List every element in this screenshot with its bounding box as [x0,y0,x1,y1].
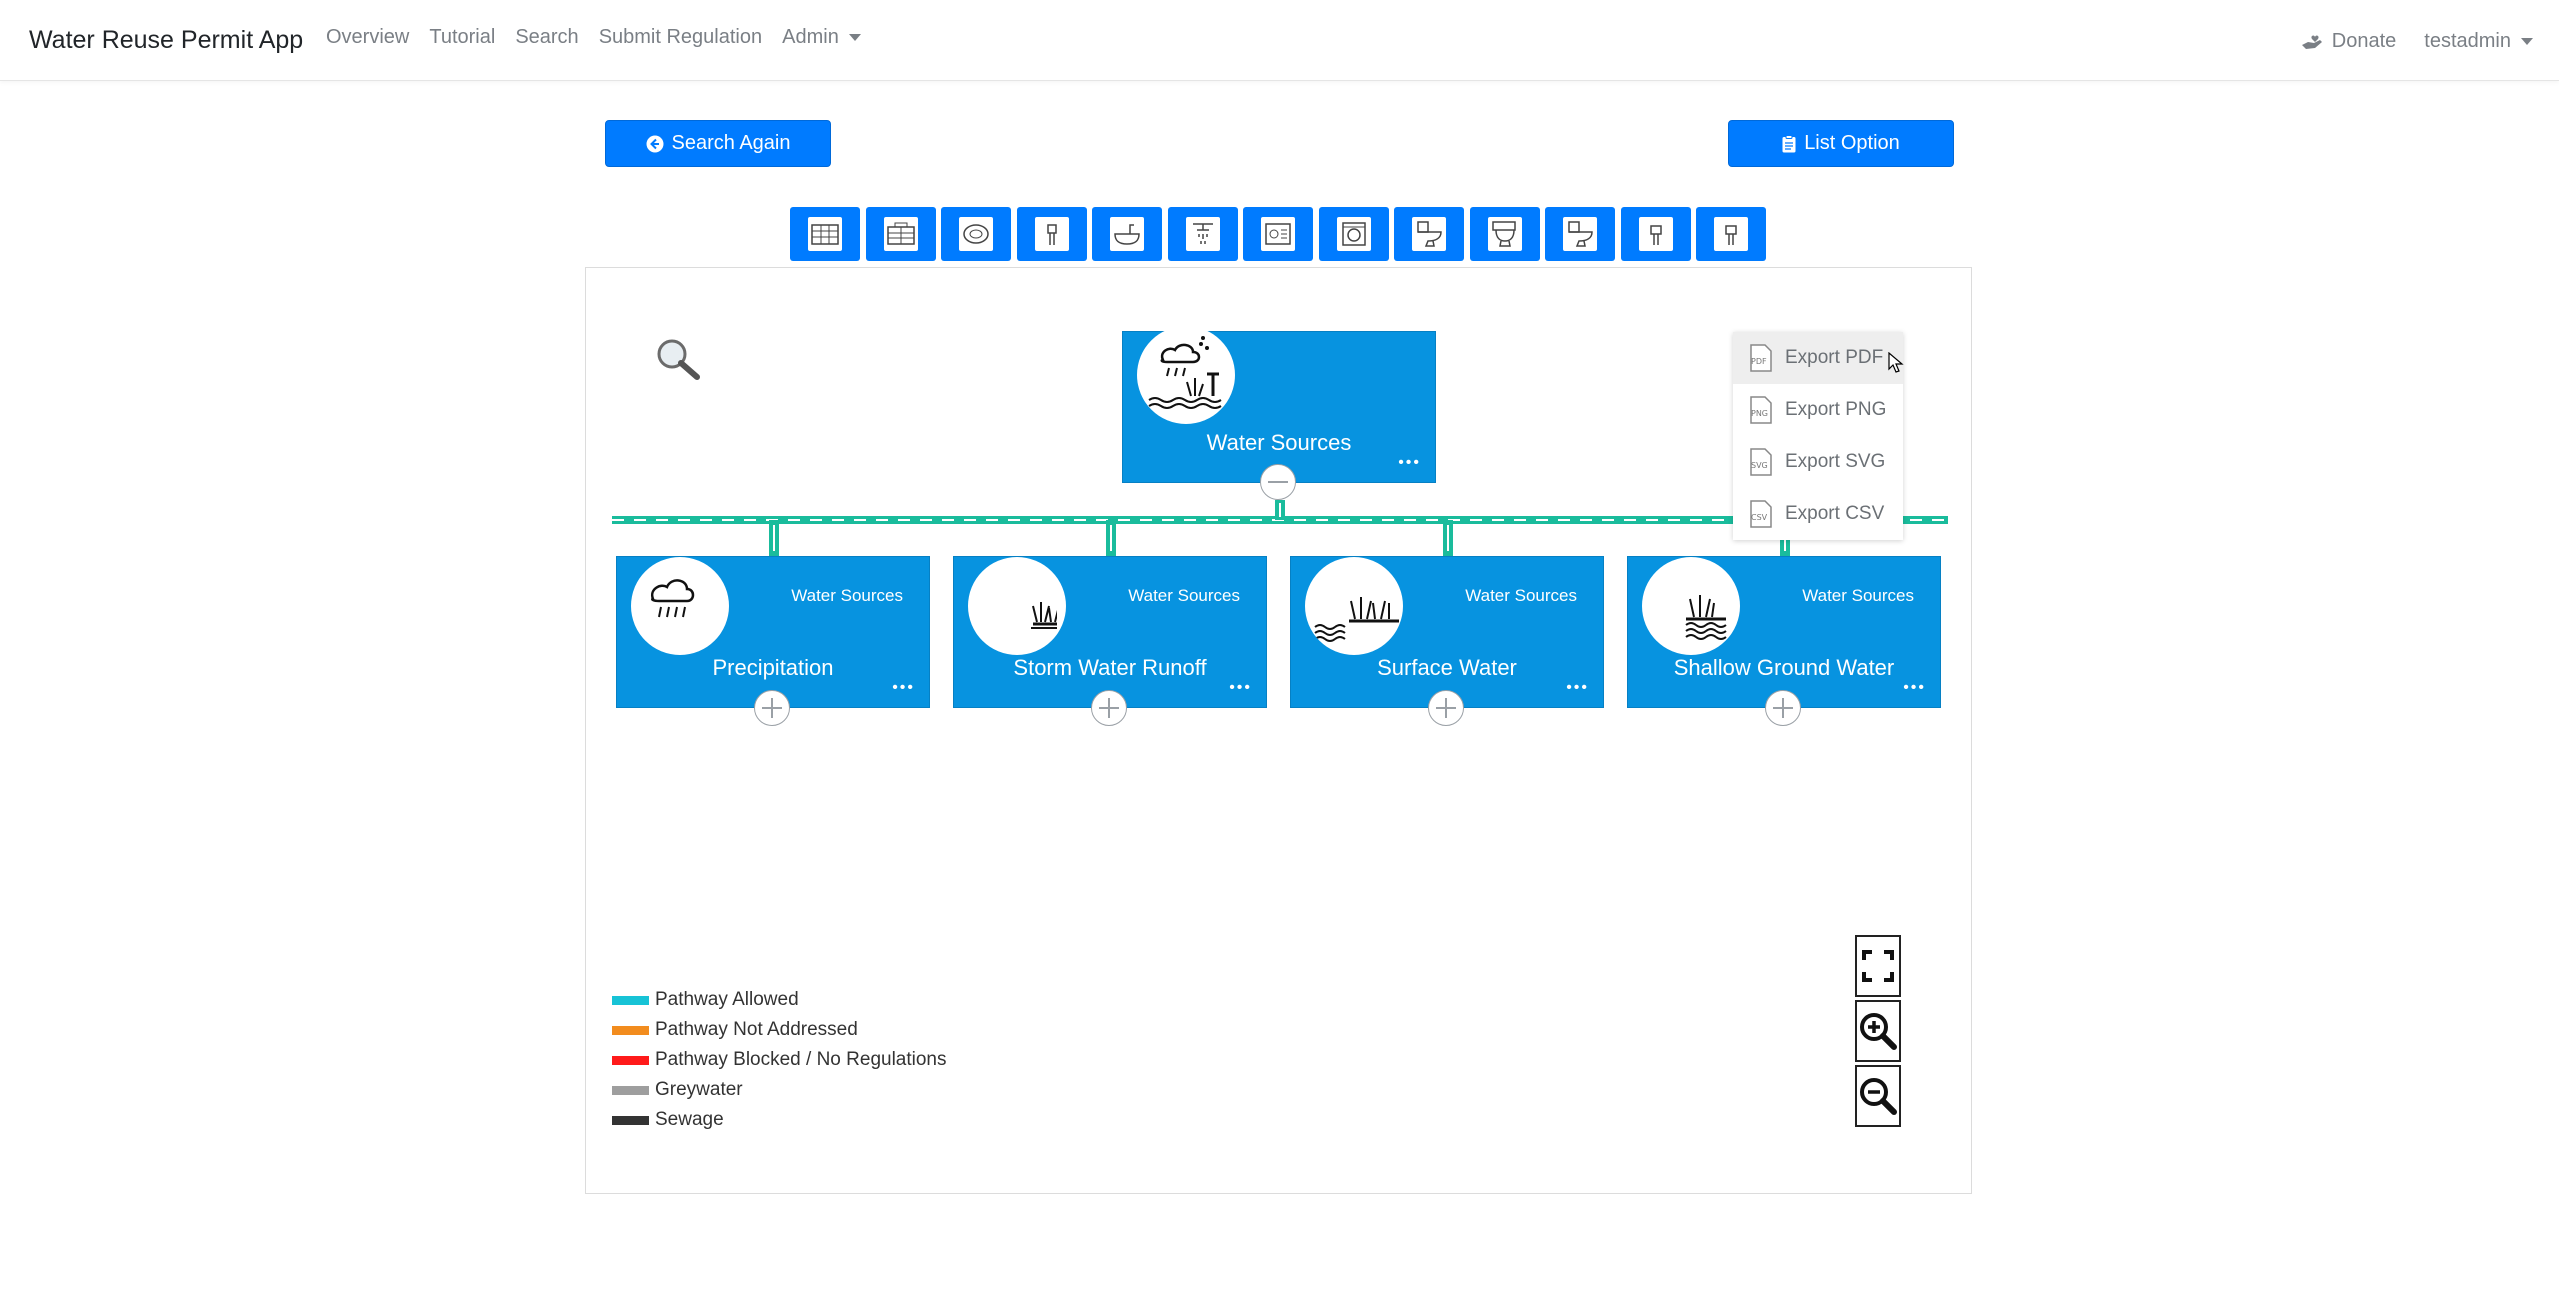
export-png-item[interactable]: PNG Export PNG [1733,384,1903,436]
water-grass-icon [1305,557,1403,655]
chart-legend: Pathway Allowed Pathway Not Addressed Pa… [612,985,947,1135]
legend-label: Sewage [655,1109,724,1130]
zoom-in-button[interactable] [1855,1000,1901,1062]
zoom-out-icon [1860,1078,1897,1115]
legend-swatch [612,1025,649,1035]
export-svg-label: Export SVG [1785,451,1886,472]
child-node-storm-water-runoff[interactable]: Water Sources Storm Water Runoff ••• [953,556,1267,708]
png-file-icon: PNG [1750,396,1772,424]
child-node-shallow-ground-water[interactable]: Water Sources Shallow Ground Water ••• [1627,556,1941,708]
zoom-in-icon [1860,1013,1897,1050]
zoom-controls [1855,935,1903,1130]
fullscreen-icon [1862,950,1894,982]
pdf-file-icon: PDF [1750,344,1772,372]
export-svg-item[interactable]: SVG Export SVG [1733,436,1903,488]
legend-item: Pathway Not Addressed [612,1015,947,1045]
node-more-icon[interactable]: ••• [1229,679,1252,697]
zoom-out-button[interactable] [1855,1065,1901,1127]
legend-item: Greywater [612,1075,947,1105]
grass-icon [968,557,1066,655]
export-pdf-item[interactable]: PDF Export PDF [1733,332,1903,384]
collapse-toggle[interactable] [1260,464,1296,500]
node-more-icon[interactable]: ••• [1398,454,1421,472]
legend-label: Greywater [655,1079,743,1100]
legend-label: Pathway Allowed [655,989,799,1010]
node-title: Storm Water Runoff [1013,655,1207,680]
legend-swatch [612,1055,649,1065]
export-csv-item[interactable]: CSV Export CSV [1733,488,1903,540]
legend-item: Pathway Allowed [612,985,947,1015]
node-title: Surface Water [1377,655,1517,680]
node-tag: Water Sources [1802,586,1914,605]
svg-text:CSV: CSV [1751,513,1768,522]
mouse-cursor-icon [1888,352,1904,373]
legend-label: Pathway Blocked / No Regulations [655,1049,947,1070]
expand-toggle[interactable] [1091,690,1127,726]
root-node-water-sources[interactable]: Water Sources ••• [1122,326,1436,483]
node-more-icon[interactable]: ••• [1566,679,1589,697]
node-tag: Water Sources [1465,586,1577,605]
export-png-label: Export PNG [1785,399,1887,420]
fullscreen-button[interactable] [1855,935,1901,997]
expand-toggle[interactable] [1428,690,1464,726]
legend-label: Pathway Not Addressed [655,1019,858,1040]
child-node-surface-water[interactable]: Water Sources Surface Water ••• [1290,556,1604,708]
node-title: Shallow Ground Water [1673,655,1895,680]
rain-cloud-icon [631,557,729,655]
svg-text:PDF: PDF [1751,357,1767,366]
svg-file-icon: SVG [1750,448,1772,476]
export-pdf-label: Export PDF [1785,347,1884,368]
svg-text:PNG: PNG [1751,409,1768,418]
export-csv-label: Export CSV [1785,503,1885,524]
node-more-icon[interactable]: ••• [1903,679,1926,697]
legend-swatch [612,995,649,1005]
child-node-precipitation[interactable]: Water Sources Precipitation ••• [616,556,930,708]
legend-item: Pathway Blocked / No Regulations [612,1045,947,1075]
node-tag: Water Sources [791,586,903,605]
legend-swatch [612,1085,649,1095]
node-title: Water Sources [1206,430,1352,455]
ground-water-icon [1642,557,1740,655]
chart-connectors [612,500,1948,556]
csv-file-icon: CSV [1750,500,1772,528]
legend-item: Sewage [612,1105,947,1135]
rain-wetland-icon [1137,326,1235,424]
expand-toggle[interactable] [754,690,790,726]
svg-text:SVG: SVG [1751,461,1768,470]
expand-toggle[interactable] [1765,690,1801,726]
node-tag: Water Sources [1128,586,1240,605]
node-title: Precipitation [712,655,834,680]
export-menu: PDF Export PDF PNG Export PNG SVG Export… [1733,332,1903,540]
legend-swatch [612,1115,649,1125]
node-more-icon[interactable]: ••• [892,679,915,697]
